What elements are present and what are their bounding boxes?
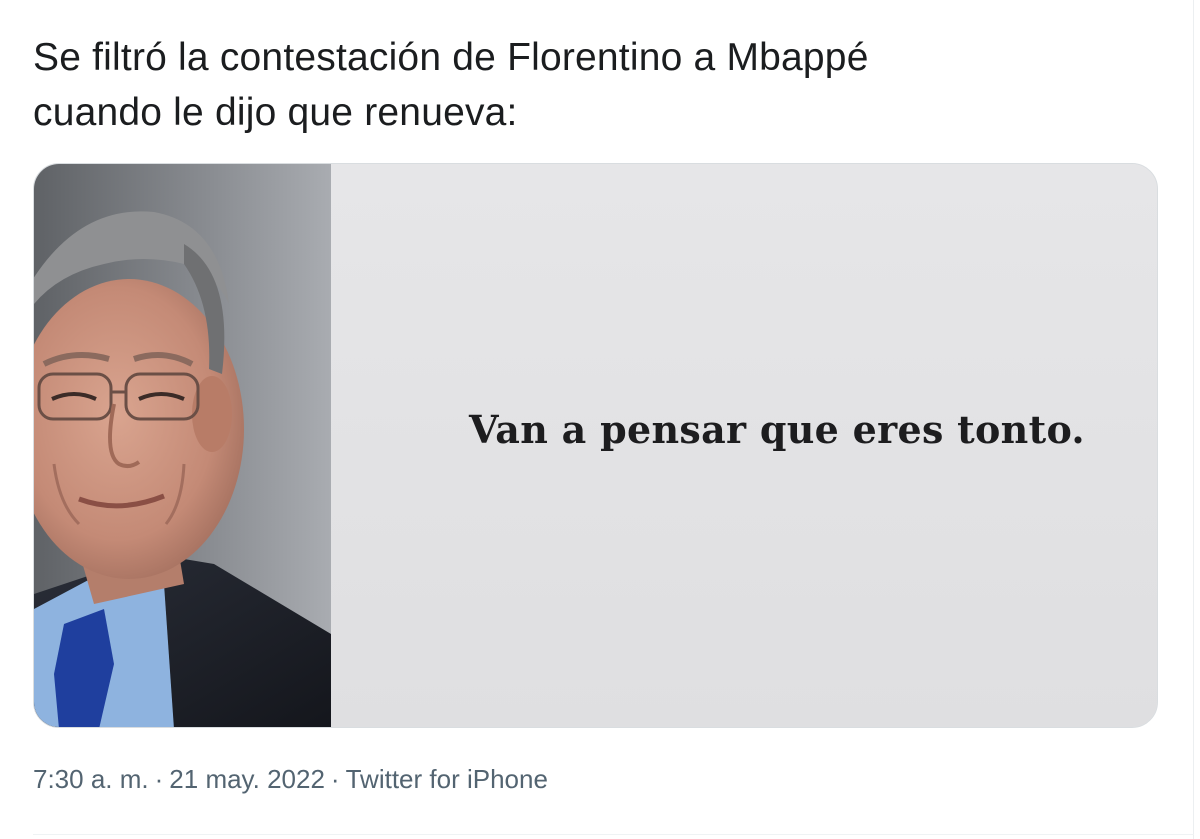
tweet-text: Se filtró la contestación de Florentino … bbox=[33, 30, 1133, 140]
divider bbox=[33, 834, 1194, 835]
caption-panel: Van a pensar que eres tonto. bbox=[331, 164, 1157, 727]
meta-separator: · bbox=[154, 764, 164, 794]
tweet-date: 21 may. 2022 bbox=[169, 764, 325, 794]
column-border bbox=[1193, 0, 1194, 839]
portrait-illustration bbox=[34, 164, 331, 727]
meta-separator: · bbox=[330, 764, 340, 794]
tweet-source-link[interactable]: Twitter for iPhone bbox=[346, 764, 548, 794]
tweet-detail: Se filtró la contestación de Florentino … bbox=[0, 0, 1200, 839]
image-caption-text: Van a pensar que eres tonto. bbox=[469, 407, 1085, 452]
tweet-timestamp-link[interactable]: 7:30 a. m. · 21 may. 2022 bbox=[33, 764, 325, 794]
tweet-media-image[interactable]: Van a pensar que eres tonto. bbox=[33, 163, 1158, 728]
tweet-text-line-1: Se filtró la contestación de Florentino … bbox=[33, 36, 869, 79]
portrait-photo bbox=[34, 164, 331, 727]
tweet-metadata: 7:30 a. m. · 21 may. 2022 · Twitter for iPho… bbox=[33, 763, 548, 795]
tweet-time: 7:30 a. m. bbox=[33, 764, 149, 794]
tweet-text-line-2: cuando le dijo que renueva: bbox=[33, 91, 518, 134]
